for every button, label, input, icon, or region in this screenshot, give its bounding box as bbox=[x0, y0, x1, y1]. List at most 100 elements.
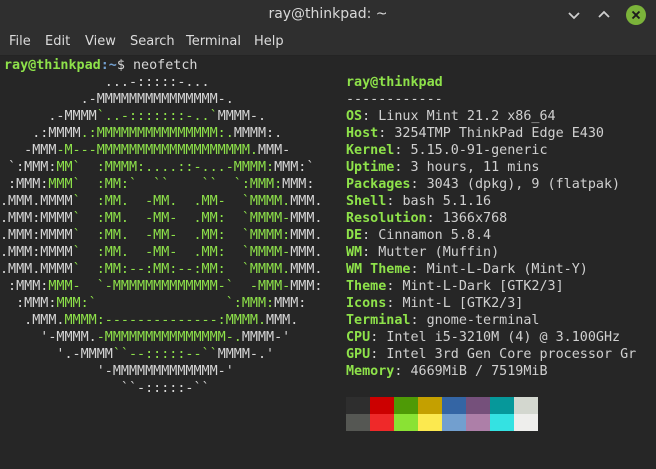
logo-line: .:MMMM.:MMMMMMMMMMMMMMM:.MMMM:. bbox=[0, 125, 314, 142]
info-colon: : bbox=[426, 211, 443, 226]
close-icon[interactable] bbox=[626, 5, 646, 25]
info-value: gnome-terminal bbox=[426, 313, 540, 328]
logo-segment: MMM. bbox=[290, 245, 323, 260]
color-swatch bbox=[442, 414, 466, 431]
logo-segment: MMM. bbox=[290, 262, 323, 277]
info-colon: : bbox=[362, 245, 379, 260]
logo-segment: .-MMMM bbox=[0, 109, 97, 124]
info-row: Packages: 3043 (dpkg), 9 (flatpak) bbox=[346, 176, 620, 193]
title-bar[interactable]: ray@thinkpad: ~ bbox=[0, 0, 656, 30]
logo-line: .MMM.MMMM` :MM:--:MM:--:MM: `MMMM.MMM. bbox=[0, 261, 322, 278]
color-swatch bbox=[490, 414, 514, 431]
info-key: Shell bbox=[346, 194, 387, 209]
menu-search[interactable]: Search bbox=[130, 34, 175, 49]
info-key: Host bbox=[346, 126, 379, 141]
logo-segment: :MMM: bbox=[0, 177, 49, 192]
info-row: DE: Cinnamon 5.8.4 bbox=[346, 227, 491, 244]
logo-segment: ` :MM. -MM- .MM: `MMMM: bbox=[72, 228, 291, 243]
logo-segment: MMMM-.' bbox=[217, 347, 331, 362]
logo-segment: MMM` :MM:` `` `` `:MMM: bbox=[48, 177, 283, 192]
info-colon: : bbox=[378, 126, 395, 141]
info-colon: : bbox=[394, 364, 411, 379]
menu-edit[interactable]: Edit bbox=[45, 34, 70, 49]
prompt-line: ray@thinkpad:~$ neofetch bbox=[4, 57, 198, 74]
logo-segment: '.-MMMM bbox=[0, 347, 113, 362]
logo-segment: `:MMM: bbox=[0, 160, 57, 175]
logo-segment: .MMM:MMMM bbox=[0, 245, 73, 260]
menu-file[interactable]: File bbox=[9, 34, 31, 49]
info-colon: : bbox=[370, 330, 387, 345]
info-value: 3 hours, 11 mins bbox=[410, 160, 540, 175]
logo-segment: .MMM. bbox=[0, 313, 65, 328]
info-key: Memory bbox=[346, 364, 395, 379]
prompt-user-host: ray@thinkpad bbox=[4, 58, 101, 73]
logo-line: .MMM.MMMM:--------------:MMMM.MMM. bbox=[0, 312, 322, 329]
logo-segment: ``--:::::--`` bbox=[112, 347, 218, 362]
info-row: Icons: Mint-L [GTK2/3] bbox=[346, 295, 523, 312]
logo-line: -MMM-M---MMMMMMMMMMMMMMMMMMM.MMM- bbox=[0, 142, 314, 159]
info-row: WM Theme: Mint-L-Dark (Mint-Y) bbox=[346, 261, 588, 278]
info-value: Mint-L [GTK2/3] bbox=[402, 296, 524, 311]
color-palette-row-1 bbox=[346, 397, 538, 414]
logo-segment: ` :MM. -MM. .MM- `MMMM. bbox=[72, 194, 291, 209]
menu-terminal[interactable]: Terminal bbox=[186, 34, 241, 49]
logo-segment: MMM- `-MMMMMMMMMMMMM-` -MMM- bbox=[48, 279, 291, 294]
color-swatch bbox=[514, 414, 538, 431]
info-key: Theme bbox=[346, 279, 387, 294]
info-row: WM: Mutter (Muffin) bbox=[346, 244, 499, 261]
logo-line: .-MMMM`..-:::::::-..`MMMM-. bbox=[0, 108, 314, 125]
info-key: GPU bbox=[346, 347, 371, 362]
info-colon: : bbox=[362, 228, 379, 243]
color-swatch bbox=[394, 414, 418, 431]
prompt-command: neofetch bbox=[133, 58, 198, 73]
logo-line: :MMM:MMM- `-MMMMMMMMMMMMM-` -MMM-MMM: bbox=[0, 278, 331, 295]
info-value: Intel i5-3210M (4) @ 3.100GHz bbox=[386, 330, 621, 345]
info-colon: : bbox=[410, 262, 427, 277]
info-value: Mutter (Muffin) bbox=[378, 245, 500, 260]
info-value: Mint-L-Dark (Mint-Y) bbox=[426, 262, 588, 277]
logo-segment: MMM:` `:MMM: bbox=[56, 296, 275, 311]
logo-segment: ``-:::::-`` bbox=[0, 381, 331, 396]
logo-line: ...-:::::-... bbox=[0, 74, 314, 91]
terminal-output[interactable]: ray@thinkpad:~$ neofetch ...-:::::-... .… bbox=[0, 56, 656, 469]
logo-segment: '-MMMMMMMMMMMMM-' bbox=[0, 364, 331, 379]
info-value: Linux Mint 21.2 x86_64 bbox=[378, 109, 556, 124]
logo-segment: .:MMMMMMMMMMMMMMM:. bbox=[80, 126, 234, 141]
logo-segment: -M---MMMMMMMMMMMMMMMMMMM. bbox=[56, 143, 258, 158]
logo-segment: MMMM-' bbox=[241, 330, 331, 345]
color-swatch bbox=[466, 414, 490, 431]
info-key: Icons bbox=[346, 296, 387, 311]
minimize-icon[interactable] bbox=[565, 6, 583, 24]
info-colon: : bbox=[386, 194, 403, 209]
info-colon: : bbox=[410, 313, 427, 328]
color-swatch bbox=[514, 397, 538, 414]
logo-segment: ` :MM. -MM- .MM: `MMMM- bbox=[72, 211, 291, 226]
logo-segment: `..-:::::::-..` bbox=[96, 109, 218, 124]
info-row: GPU: Intel 3rd Gen Core processor Gr bbox=[346, 346, 636, 363]
logo-segment: -MMMMMMMMMMMMMMM-. bbox=[96, 330, 242, 345]
logo-segment: MMM- bbox=[257, 143, 315, 158]
info-row: Host: 3254TMP ThinkPad Edge E430 bbox=[346, 125, 604, 142]
logo-line: .MMM:MMMM` :MM. -MM- .MM: `MMMM-MMM. bbox=[0, 244, 322, 261]
logo-line: :MMM:MMM` :MM:` `` `` `:MMM:MMM: bbox=[0, 176, 322, 193]
info-value: 1366x768 bbox=[442, 211, 508, 226]
menu-view[interactable]: View bbox=[85, 34, 116, 49]
maximize-icon[interactable] bbox=[595, 6, 613, 24]
logo-line: :MMM:MMM:` `:MMM:MMM: bbox=[0, 295, 322, 312]
color-swatch bbox=[418, 414, 442, 431]
menu-help[interactable]: Help bbox=[254, 34, 284, 49]
color-swatch bbox=[346, 414, 370, 431]
color-swatch bbox=[394, 397, 418, 414]
logo-segment: '-MMMM. bbox=[0, 330, 97, 345]
logo-line: .MMM:MMMM` :MM. -MM- .MM: `MMMM-MMM. bbox=[0, 210, 322, 227]
info-colon: : bbox=[362, 109, 379, 124]
logo-segment: .MMM.MMMM bbox=[0, 194, 73, 209]
color-swatch bbox=[370, 397, 394, 414]
info-row: Kernel: 5.15.0-91-generic bbox=[346, 142, 548, 159]
prompt-symbol: $ bbox=[116, 58, 133, 73]
window-title: ray@thinkpad: ~ bbox=[268, 6, 388, 22]
info-value: Intel 3rd Gen Core processor Gr bbox=[386, 347, 637, 362]
logo-segment: MMM: bbox=[282, 177, 323, 192]
color-palette-row-2 bbox=[346, 414, 538, 431]
info-colon: : bbox=[386, 296, 403, 311]
